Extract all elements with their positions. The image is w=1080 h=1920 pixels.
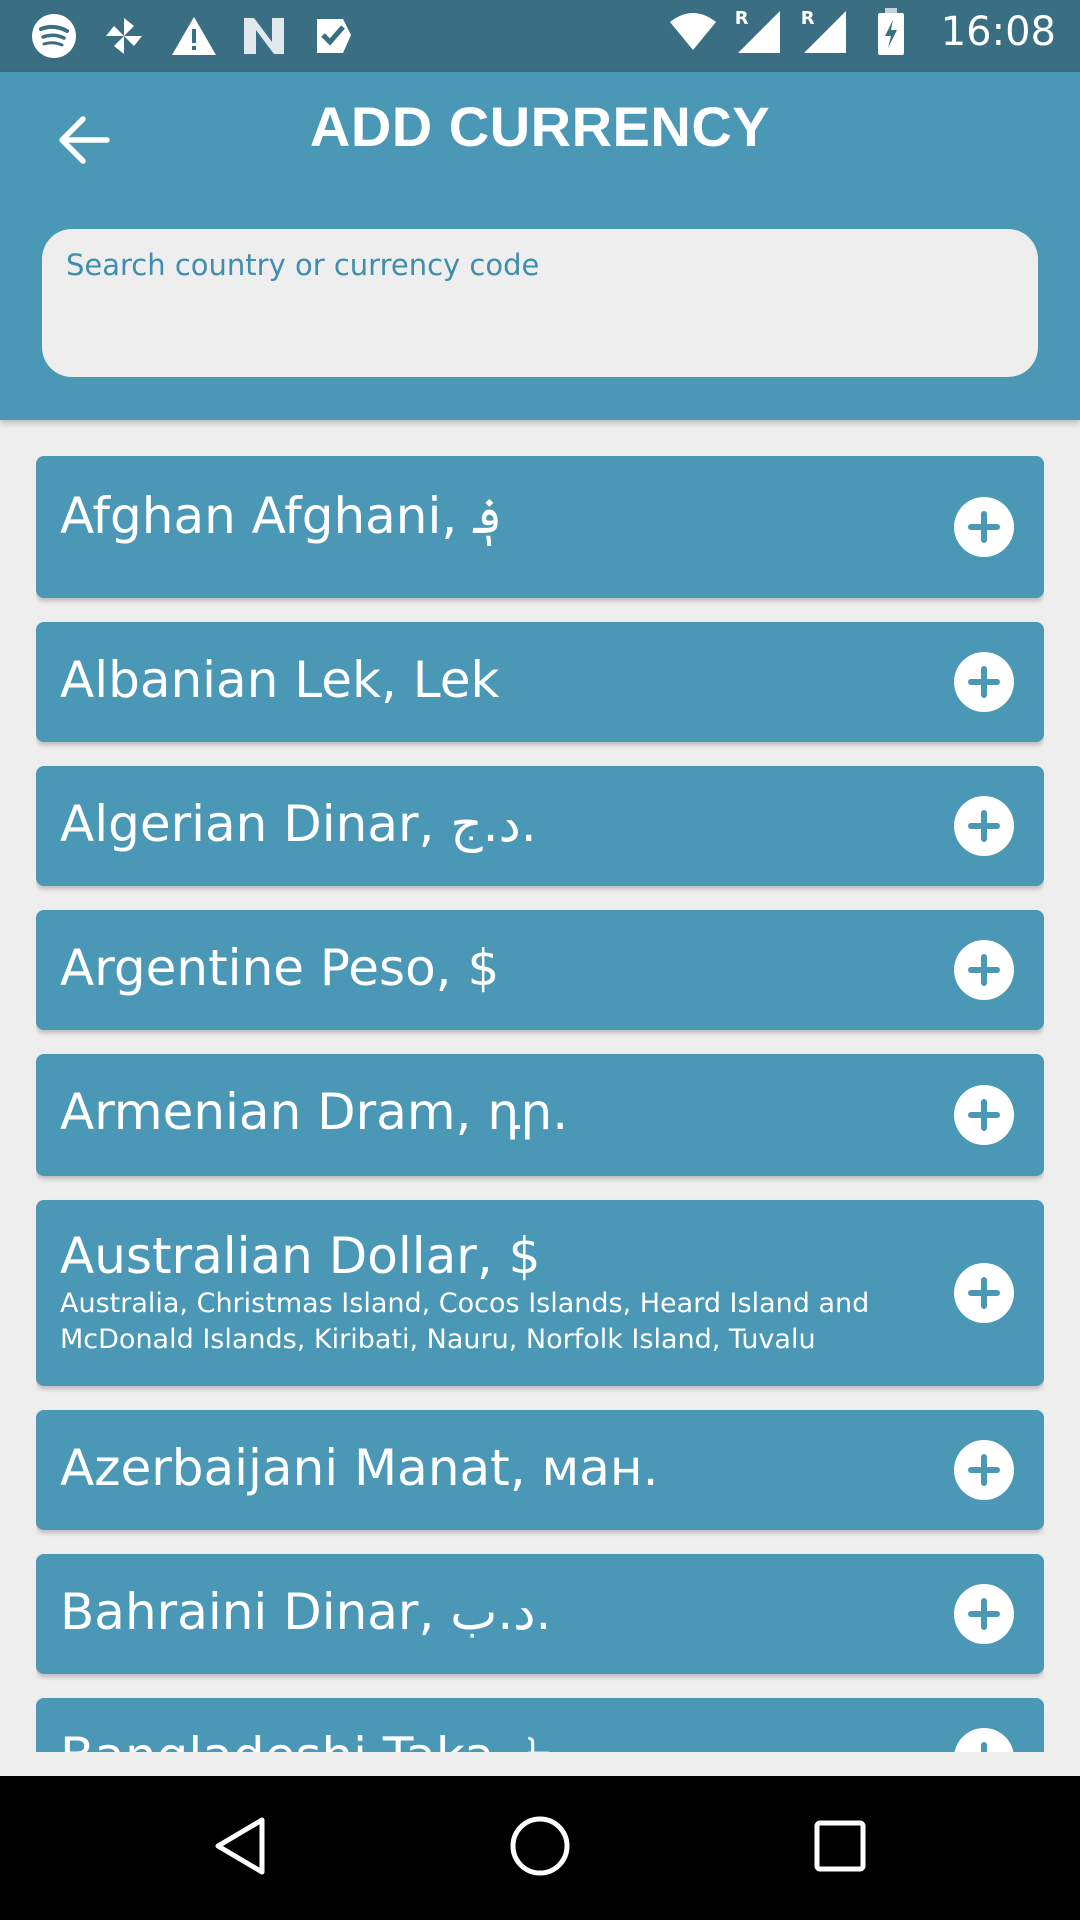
n-app-icon xyxy=(240,12,288,60)
plus-icon xyxy=(968,666,1000,698)
add-currency-button[interactable] xyxy=(954,652,1014,712)
add-currency-button[interactable] xyxy=(954,796,1014,856)
notification-icons xyxy=(30,12,358,60)
add-currency-button[interactable] xyxy=(954,1584,1014,1644)
add-currency-button[interactable] xyxy=(954,1440,1014,1500)
currency-label: Australian Dollar, $ xyxy=(60,1227,541,1285)
currency-countries: Australia, Christmas Island, Cocos Islan… xyxy=(60,1288,870,1355)
currency-item[interactable]: Bangladeshi Taka, ৳ xyxy=(36,1698,1044,1752)
currency-item[interactable]: Algerian Dinar, د.ج. xyxy=(36,766,1044,886)
plus-icon xyxy=(968,810,1000,842)
back-triangle-icon xyxy=(212,1816,268,1880)
currency-item[interactable]: Afghan Afghani, ؋ xyxy=(36,456,1044,598)
add-currency-button[interactable] xyxy=(954,1263,1014,1323)
currency-label: Algerian Dinar, د.ج. xyxy=(60,795,537,853)
currency-item[interactable]: Albanian Lek, Lek xyxy=(36,622,1044,742)
navigation-bar xyxy=(0,1776,1080,1920)
signal-roaming-icon: R xyxy=(801,8,849,56)
check-icon xyxy=(310,12,358,60)
plus-icon xyxy=(968,511,1000,543)
currency-item[interactable]: Bahraini Dinar, د.ب. xyxy=(36,1554,1044,1674)
search-input[interactable] xyxy=(42,229,1038,377)
plus-icon xyxy=(968,1099,1000,1131)
nav-back-button[interactable] xyxy=(204,1812,276,1884)
clock: 16:08 xyxy=(940,9,1056,55)
recents-square-icon xyxy=(813,1819,867,1877)
warning-icon xyxy=(170,12,218,60)
nav-recents-button[interactable] xyxy=(804,1812,876,1884)
system-icons: R R 16:08 xyxy=(669,8,1056,56)
home-circle-icon xyxy=(509,1815,571,1881)
nav-home-button[interactable] xyxy=(504,1812,576,1884)
currency-item[interactable]: Australian Dollar, $ Australia, Christmas… xyxy=(36,1200,1044,1386)
currency-list[interactable]: Afghan Afghani, ؋ Albanian Lek, Lek Algeri… xyxy=(36,456,1044,1752)
add-currency-button[interactable] xyxy=(954,1728,1014,1752)
wifi-icon xyxy=(669,8,717,56)
status-bar: R R 16:08 xyxy=(0,0,1080,72)
currency-label: Bahraini Dinar, د.ب. xyxy=(60,1583,552,1641)
pinwheel-icon xyxy=(100,12,148,60)
currency-label: Armenian Dram, դր. xyxy=(60,1083,569,1141)
roaming-label: R xyxy=(734,8,749,29)
currency-item[interactable]: Armenian Dram, դր. xyxy=(36,1054,1044,1176)
currency-label: Bangladeshi Taka, ৳ xyxy=(60,1728,934,1752)
app-bar: ADD CURRENCY xyxy=(0,72,1080,420)
plus-icon xyxy=(968,1454,1000,1486)
plus-icon xyxy=(968,1598,1000,1630)
currency-label: Albanian Lek, Lek xyxy=(60,651,500,709)
roaming-label: R xyxy=(800,8,815,29)
currency-label: Azerbaijani Manat, ман. xyxy=(60,1439,659,1497)
plus-icon xyxy=(968,1277,1000,1309)
currency-item[interactable]: Argentine Peso, $ xyxy=(36,910,1044,1030)
add-currency-button[interactable] xyxy=(954,1085,1014,1145)
page-title: ADD CURRENCY xyxy=(309,95,771,158)
spotify-icon xyxy=(30,12,78,60)
plus-icon xyxy=(968,954,1000,986)
add-currency-button[interactable] xyxy=(954,497,1014,557)
plus-icon xyxy=(981,1742,987,1752)
currency-label: Argentine Peso, $ xyxy=(60,939,500,997)
battery-charging-icon xyxy=(867,8,915,56)
add-currency-button[interactable] xyxy=(954,940,1014,1000)
currency-label: Afghan Afghani, ؋ xyxy=(60,487,503,545)
currency-item[interactable]: Azerbaijani Manat, ман. xyxy=(36,1410,1044,1530)
signal-roaming-icon: R xyxy=(735,8,783,56)
